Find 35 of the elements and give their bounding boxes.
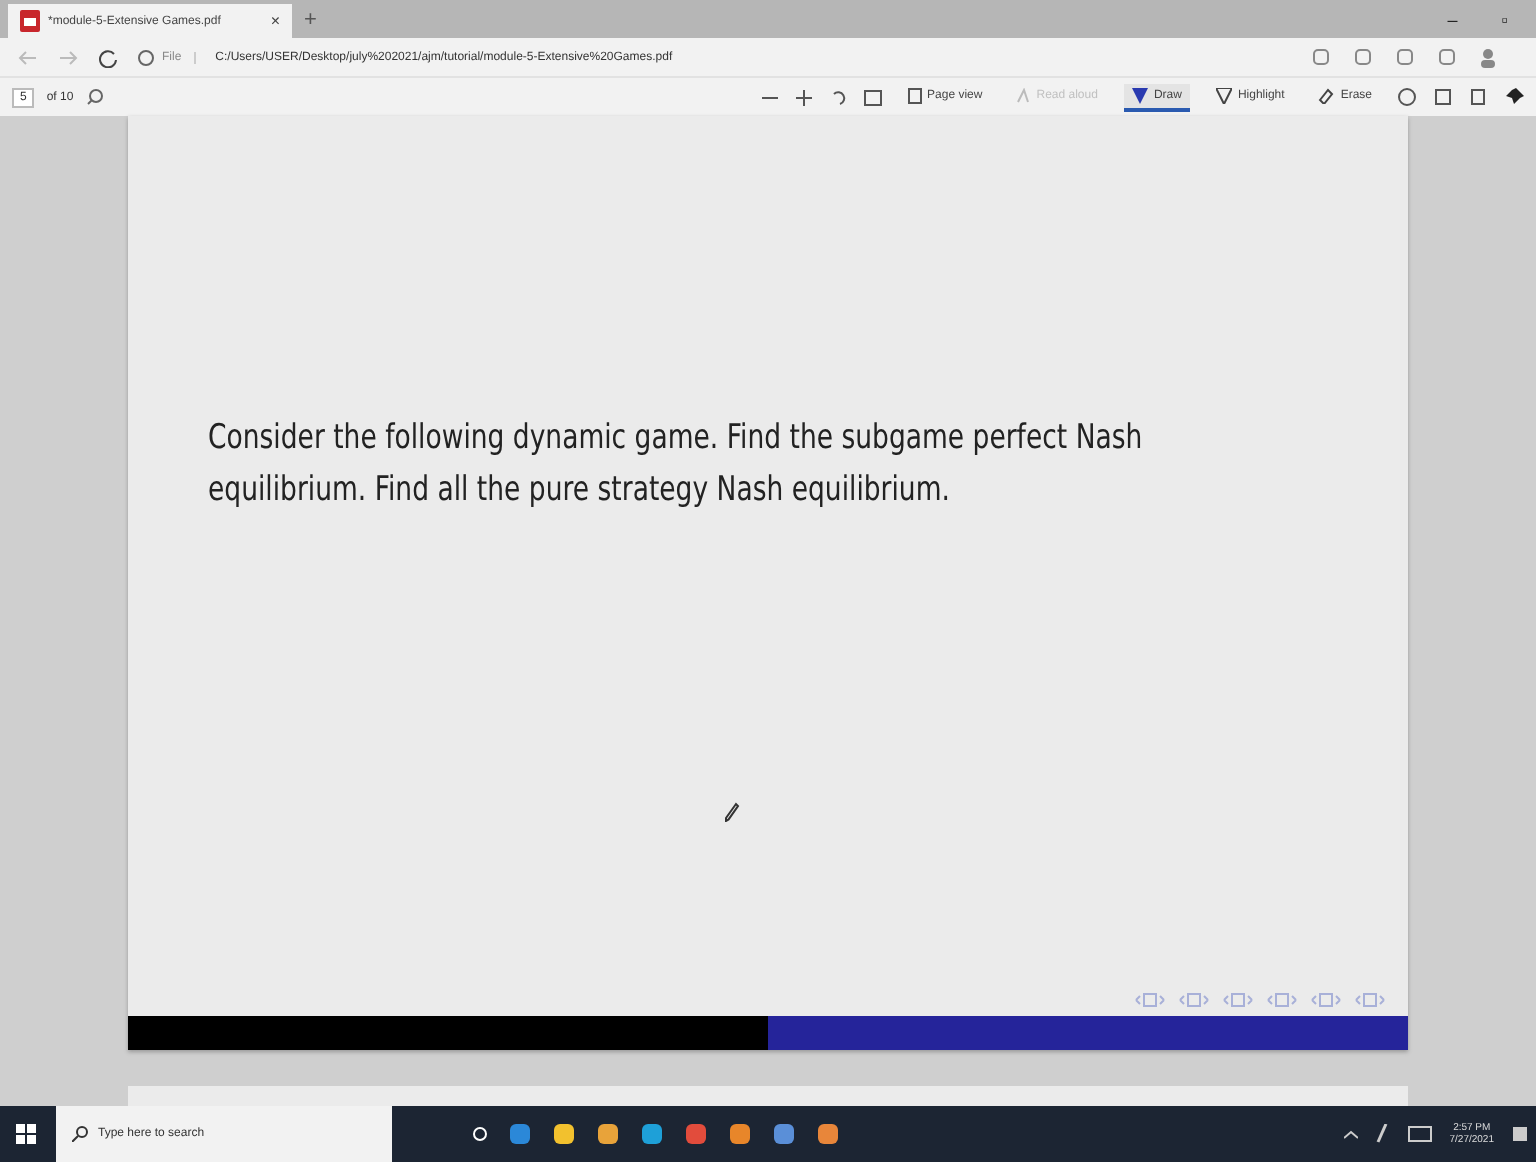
chevron-icon[interactable] xyxy=(1343,1129,1358,1139)
new-tab-button[interactable]: + xyxy=(304,7,317,31)
pen-icon[interactable] xyxy=(1375,1124,1390,1144)
funnel-icon xyxy=(1131,87,1148,103)
taskbar-app-icon[interactable] xyxy=(728,1122,752,1146)
rotate-icon[interactable] xyxy=(829,88,846,106)
taskbar-app-icon[interactable] xyxy=(640,1122,664,1146)
taskbar-app-icon[interactable] xyxy=(552,1122,576,1146)
window-control-button[interactable]: ▫ xyxy=(1501,9,1508,29)
slide-text: Consider the following dynamic game. Find the subgame perfect Nash equilibrium. Find all the pure strategy Nash equilibrium. xyxy=(208,416,1145,514)
profile-icon[interactable] xyxy=(1480,47,1496,67)
taskbar-app-icon[interactable] xyxy=(816,1122,840,1146)
search-icon xyxy=(72,1126,88,1142)
browser-toolbar-icon[interactable] xyxy=(1312,47,1330,65)
browser-toolbar-icon[interactable] xyxy=(1438,47,1456,65)
pen-cursor-icon xyxy=(724,802,740,822)
pdf-icon xyxy=(20,10,40,32)
taskbar-app-icon[interactable] xyxy=(772,1122,796,1146)
page-icon xyxy=(907,87,922,103)
browser-toolbar-icon[interactable] xyxy=(1396,47,1414,65)
keyboard-icon[interactable] xyxy=(1407,1126,1432,1142)
taskbar-app-icon[interactable] xyxy=(596,1122,620,1146)
pin-icon[interactable] xyxy=(1506,88,1524,106)
window-control-button[interactable]: – xyxy=(1447,9,1458,29)
search-icon[interactable] xyxy=(85,88,104,106)
tab-close-button[interactable]: × xyxy=(270,12,280,30)
zoom-in-icon[interactable] xyxy=(795,89,812,105)
taskbar-app-icon[interactable] xyxy=(508,1122,532,1146)
eraser-icon xyxy=(1318,87,1335,103)
funnel-outline-icon xyxy=(1215,87,1232,103)
browser-toolbar-icon[interactable] xyxy=(1354,47,1372,65)
windows-start-icon[interactable] xyxy=(16,1124,36,1144)
taskbar-app-icon[interactable] xyxy=(684,1122,708,1146)
refresh-icon[interactable] xyxy=(98,47,118,67)
fit-page-icon[interactable] xyxy=(863,89,882,105)
